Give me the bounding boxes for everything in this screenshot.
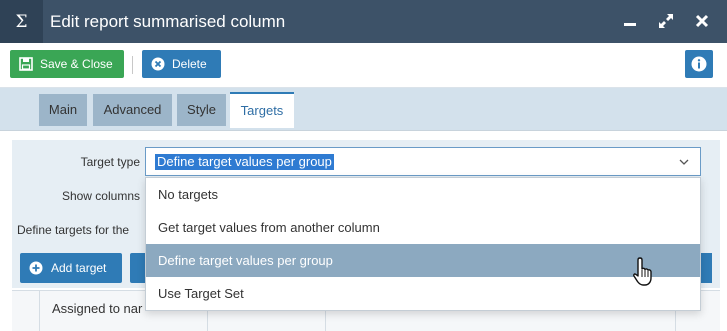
save-close-button[interactable]: Save & Close [10, 50, 124, 78]
option-another-column[interactable]: Get target values from another column [146, 211, 700, 244]
hand-cursor-icon [632, 256, 658, 291]
sigma-icon: Σ [0, 0, 43, 43]
delete-button[interactable]: Delete [142, 50, 221, 78]
plus-circle-icon [29, 261, 43, 275]
delete-icon [151, 57, 165, 71]
target-type-dropdown: No targets Get target values from anothe… [145, 177, 701, 311]
chevron-down-icon [678, 156, 690, 171]
add-target-label: Add target [51, 261, 107, 275]
tab-strip: Main Advanced Style Targets [0, 88, 727, 130]
minimize-icon[interactable] [617, 8, 643, 34]
option-per-group[interactable]: Define target values per group [146, 244, 700, 277]
target-type-select[interactable]: Define target values per group [145, 147, 701, 176]
title-bar: Σ Edit report summarised column [0, 0, 727, 43]
right-action-button[interactable] [700, 253, 712, 283]
tab-targets[interactable]: Targets [230, 92, 294, 128]
window-title: Edit report summarised column [50, 12, 286, 31]
grid-column-label: Assigned to nar [52, 301, 143, 316]
close-icon[interactable] [689, 8, 715, 34]
target-type-value: Define target values per group [155, 154, 334, 170]
tab-advanced[interactable]: Advanced [93, 94, 172, 126]
expand-icon[interactable] [653, 8, 679, 34]
save-close-label: Save & Close [40, 57, 113, 71]
option-no-targets[interactable]: No targets [146, 178, 700, 211]
info-button[interactable] [685, 50, 713, 78]
option-target-set[interactable]: Use Target Set [146, 277, 700, 310]
tab-main[interactable]: Main [39, 94, 87, 126]
save-icon [19, 57, 33, 71]
add-target-button[interactable]: Add target [20, 253, 122, 283]
toolbar: Save & Close Delete [0, 43, 727, 88]
tab-style[interactable]: Style [177, 94, 226, 126]
show-columns-label: Show columns [61, 189, 140, 203]
toolbar-divider [132, 56, 133, 74]
target-type-label: Target type [80, 155, 140, 169]
delete-label: Delete [172, 57, 207, 71]
info-icon [691, 56, 707, 72]
define-targets-label: Define targets for the [17, 223, 130, 237]
grid-select-column [12, 291, 40, 331]
